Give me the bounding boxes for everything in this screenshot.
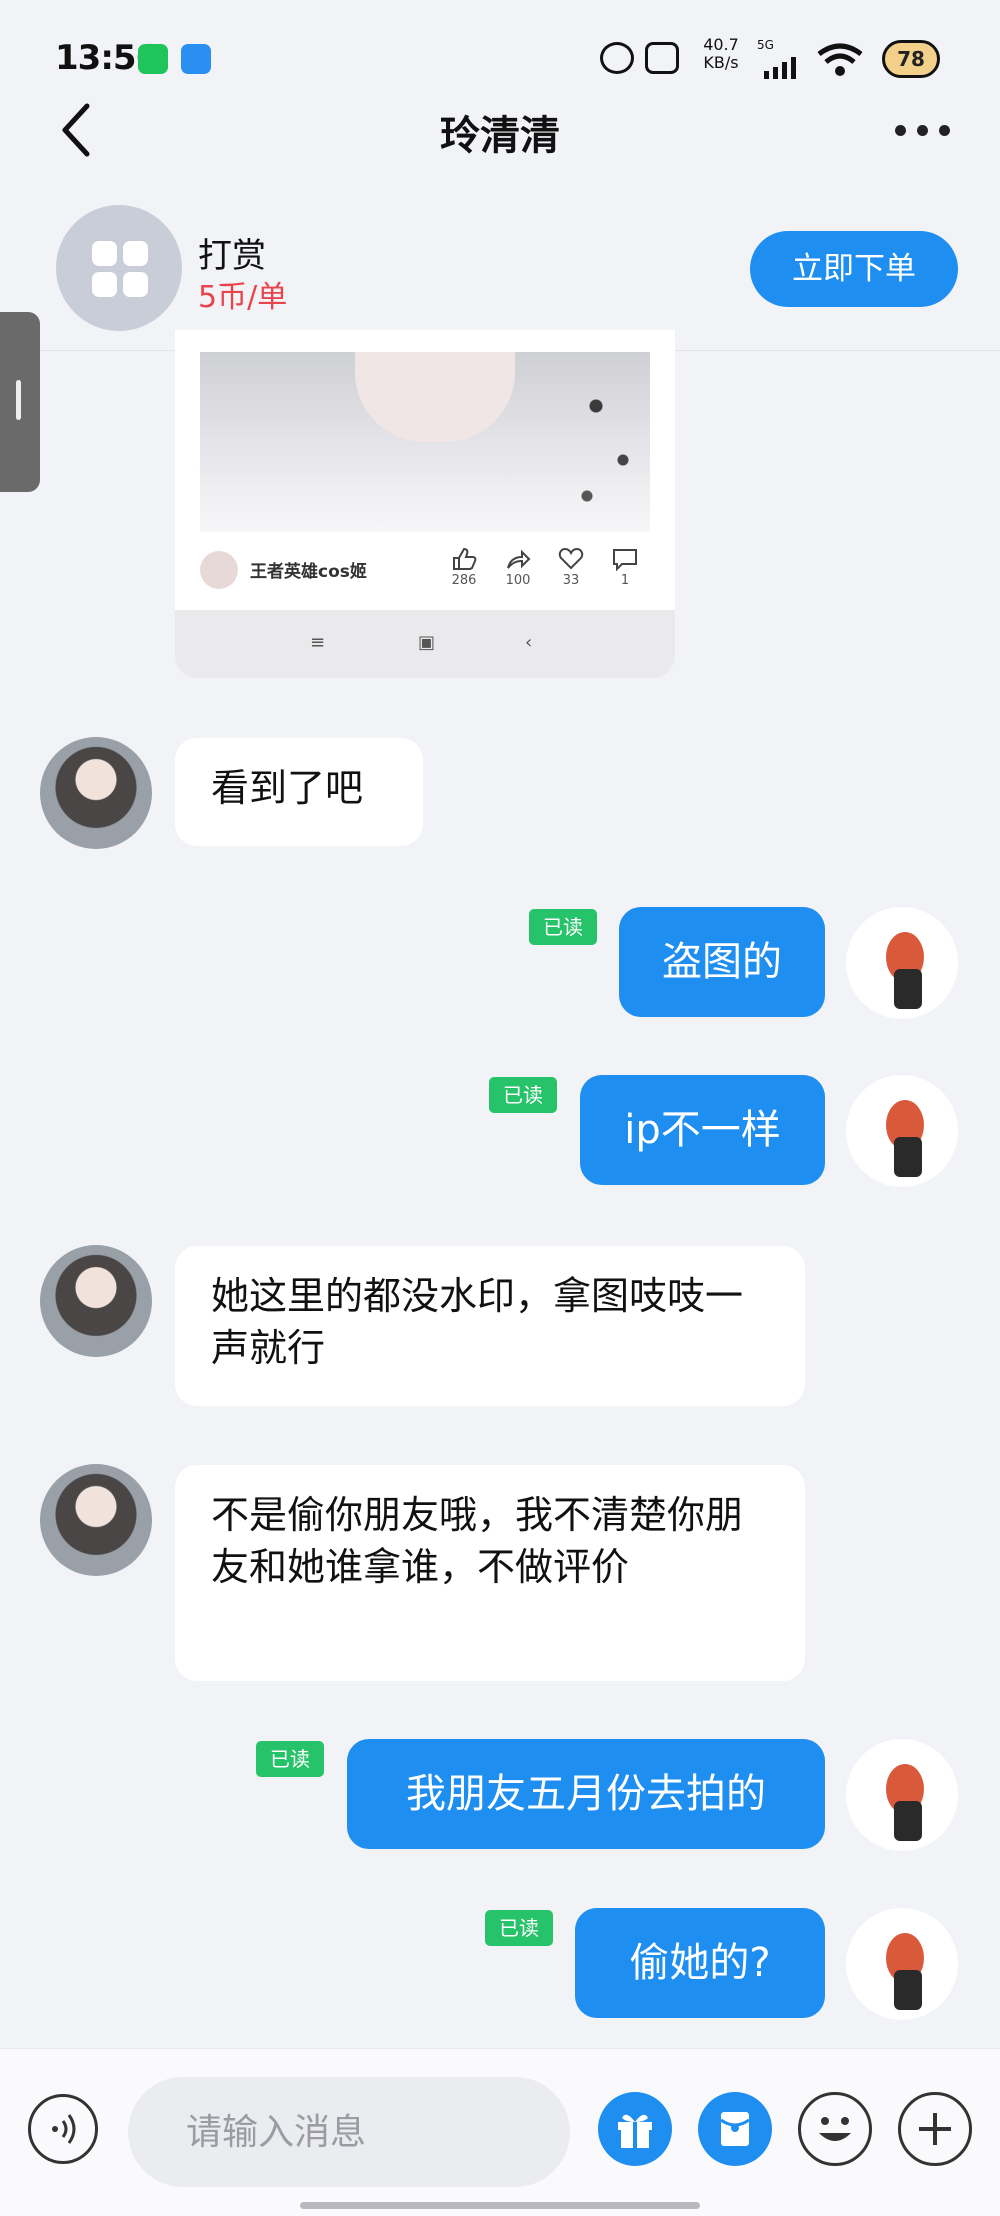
share-icon	[507, 549, 531, 569]
share-stat: 100	[498, 547, 538, 588]
order-now-button[interactable]: 立即下单	[750, 231, 958, 307]
apps-grid-icon	[92, 241, 148, 297]
my-avatar[interactable]	[846, 1739, 958, 1851]
gift-icon	[618, 2114, 652, 2148]
gift-button[interactable]	[598, 2092, 672, 2166]
message-bubble-outgoing[interactable]: ip不一样	[580, 1075, 825, 1185]
network-type: 5G	[757, 38, 774, 52]
contact-avatar[interactable]	[40, 1245, 152, 1357]
net-speed: 40.7 KB/s	[700, 36, 742, 72]
my-avatar[interactable]	[846, 1075, 958, 1187]
my-avatar[interactable]	[846, 907, 958, 1019]
like-stat: 286	[444, 547, 484, 588]
menu-icon: ≡	[310, 632, 326, 653]
post-author-name: 王者英雄cos姬	[250, 562, 367, 582]
signal-icon	[762, 55, 800, 79]
app-notification-icon	[181, 44, 211, 74]
like-count: 286	[451, 573, 477, 588]
comment-icon	[613, 549, 637, 571]
battery-indicator: 78	[882, 40, 940, 78]
side-drawer-handle[interactable]	[0, 312, 40, 492]
read-status-badge: 已读	[529, 909, 597, 945]
emoji-button[interactable]	[798, 2092, 872, 2166]
read-status-badge: 已读	[256, 1741, 324, 1777]
back-arrow-icon: ‹	[525, 632, 533, 653]
red-packet-button[interactable]	[698, 2092, 772, 2166]
voice-button[interactable]	[28, 2094, 98, 2164]
screenshot-nav-bar: ≡ ▣ ‹	[175, 610, 675, 678]
favorite-count: 33	[562, 573, 580, 588]
more-actions-button[interactable]	[898, 2092, 972, 2166]
voice-icon	[52, 2114, 76, 2144]
comment-count: 1	[620, 573, 630, 588]
share-count: 100	[505, 573, 531, 588]
message-input[interactable]	[128, 2077, 570, 2187]
read-status-badge: 已读	[485, 1910, 553, 1946]
contact-avatar[interactable]	[40, 737, 152, 849]
more-button[interactable]	[895, 115, 955, 145]
like-icon	[453, 547, 477, 570]
more-icon	[895, 125, 906, 136]
wifi-icon	[815, 42, 865, 78]
heart-icon	[558, 547, 584, 570]
comment-stat: 1	[605, 547, 645, 588]
message-bubble-outgoing[interactable]: 盗图的	[619, 907, 825, 1017]
post-author-avatar	[200, 551, 238, 589]
status-mushroom-icon	[600, 42, 634, 74]
chat-title: 玲清清	[440, 113, 560, 159]
net-speed-value: 40.7	[703, 35, 739, 54]
red-packet-icon	[720, 2112, 750, 2146]
message-bubble-incoming[interactable]: 看到了吧	[175, 738, 423, 846]
emoji-icon	[819, 2117, 851, 2141]
favorite-stat: 33	[551, 547, 591, 588]
status-cat-icon	[645, 42, 679, 74]
photo-flowers	[560, 352, 650, 532]
my-avatar[interactable]	[846, 1908, 958, 2020]
message-bubble-outgoing[interactable]: 偷她的?	[575, 1908, 825, 2018]
message-bubble-incoming[interactable]: 不是偷你朋友哦，我不清楚你朋友和她谁拿谁，不做评价	[175, 1465, 805, 1681]
plus-icon	[919, 2113, 951, 2145]
wechat-icon	[138, 44, 168, 74]
contact-avatar[interactable]	[40, 1464, 152, 1576]
net-speed-unit: KB/s	[703, 53, 739, 72]
home-icon: ▣	[418, 632, 436, 653]
home-indicator[interactable]	[300, 2202, 700, 2209]
reward-price: 5币/单	[198, 280, 288, 315]
reward-title: 打赏	[198, 236, 266, 276]
message-bubble-outgoing[interactable]: 我朋友五月份去拍的	[347, 1739, 825, 1849]
message-bubble-incoming[interactable]: 她这里的都没水印，拿图吱吱一声就行	[175, 1246, 805, 1406]
read-status-badge: 已读	[489, 1077, 557, 1113]
